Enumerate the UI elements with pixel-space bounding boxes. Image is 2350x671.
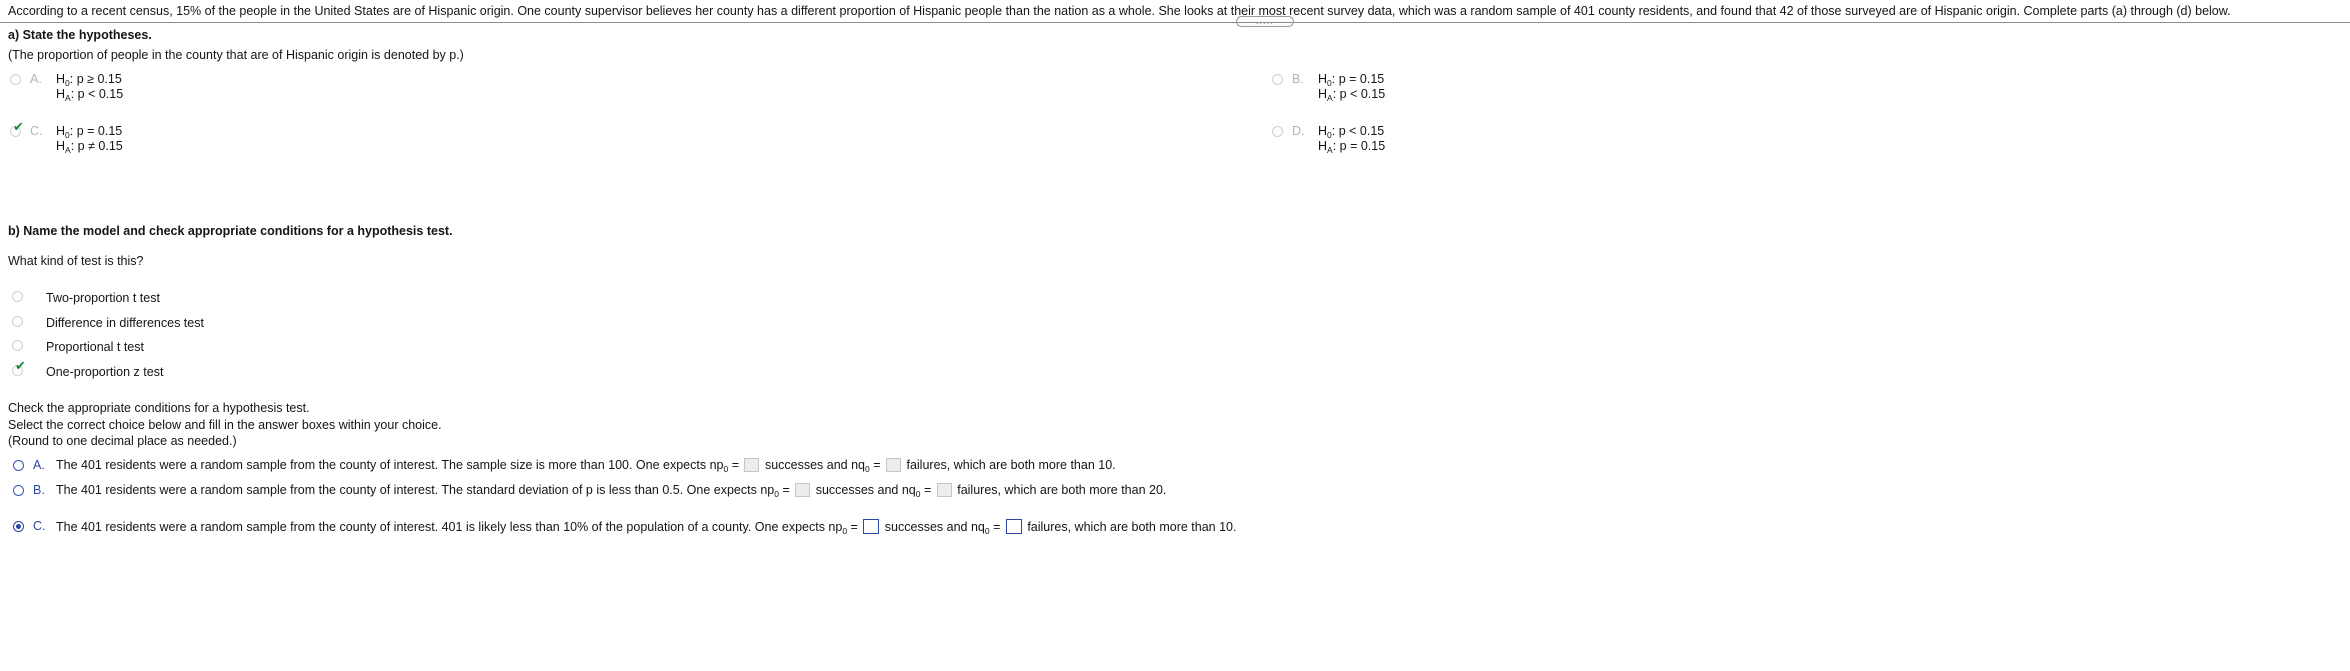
conditions-instruction-line-3: (Round to one decimal place as needed.) — [8, 434, 237, 448]
hypothesis-option-a-h0: H0: p ≥ 0.15 — [56, 72, 122, 88]
part-a-prompt: a) State the hypotheses. — [8, 28, 152, 42]
hypothesis-option-d-h0: H0: p < 0.15 — [1318, 124, 1385, 140]
conditions-instruction-line-1: Check the appropriate conditions for a h… — [8, 401, 310, 415]
hypothesis-option-c-h0: H0: p = 0.15 — [56, 124, 123, 140]
condition-a-np0-input[interactable] — [744, 458, 760, 472]
radio-hypothesis-d[interactable] — [1272, 126, 1283, 137]
radio-test-two-proportion-t[interactable] — [12, 291, 23, 302]
condition-option-c-text: The 401 residents were a random sample f… — [56, 519, 1237, 536]
hypothesis-option-a-letter: A. — [30, 72, 42, 86]
header-divider — [0, 22, 2350, 23]
hypothesis-option-a-ha: HA: p < 0.15 — [56, 87, 124, 103]
condition-a-nq0-input[interactable] — [886, 458, 901, 472]
radio-test-proportional-t[interactable] — [12, 340, 23, 351]
condition-b-np0-input[interactable] — [795, 483, 811, 497]
hypothesis-option-c-ha: HA: p ≠ 0.15 — [56, 139, 123, 155]
hypothesis-option-b-h0: H0: p = 0.15 — [1318, 72, 1385, 88]
hypothesis-option-b-ha: HA: p < 0.15 — [1318, 87, 1386, 103]
part-b-question: What kind of test is this? — [8, 254, 144, 268]
condition-c-nq0-input[interactable] — [1005, 519, 1022, 534]
test-option-label-two-proportion-t: Two-proportion t test — [46, 291, 160, 305]
radio-test-one-proportion-z[interactable] — [12, 365, 23, 376]
radio-hypothesis-b[interactable] — [1272, 74, 1283, 85]
condition-option-a-letter: A. — [33, 458, 45, 472]
radio-condition-b[interactable] — [13, 485, 24, 496]
condition-option-c-letter: C. — [33, 519, 46, 533]
condition-b-nq0-input[interactable] — [936, 483, 952, 497]
part-a-note: (The proportion of people in the county … — [8, 48, 464, 62]
condition-c-np0-input[interactable] — [863, 519, 880, 534]
radio-test-difference-in-differences[interactable] — [12, 316, 23, 327]
radio-hypothesis-c[interactable] — [10, 126, 21, 137]
condition-option-a-text: The 401 residents were a random sample f… — [56, 458, 1116, 474]
hypothesis-option-d-ha: HA: p = 0.15 — [1318, 139, 1386, 155]
condition-option-b-text: The 401 residents were a random sample f… — [56, 483, 1167, 499]
conditions-instruction-line-2: Select the correct choice below and fill… — [8, 418, 442, 432]
radio-hypothesis-a[interactable] — [10, 74, 21, 85]
test-option-label-difference-in-differences: Difference in differences test — [46, 316, 204, 330]
condition-option-b-letter: B. — [33, 483, 45, 497]
hypothesis-option-b-letter: B. — [1292, 72, 1304, 86]
test-option-label-proportional-t: Proportional t test — [46, 340, 144, 354]
radio-condition-c[interactable] — [13, 521, 24, 532]
hypothesis-option-c-letter: C. — [30, 124, 43, 138]
part-b-prompt: b) Name the model and check appropriate … — [8, 224, 453, 238]
problem-statement: According to a recent census, 15% of the… — [8, 4, 2231, 18]
test-option-label-one-proportion-z: One-proportion z test — [46, 365, 164, 379]
hypothesis-option-d-letter: D. — [1292, 124, 1305, 138]
radio-condition-a[interactable] — [13, 460, 24, 471]
